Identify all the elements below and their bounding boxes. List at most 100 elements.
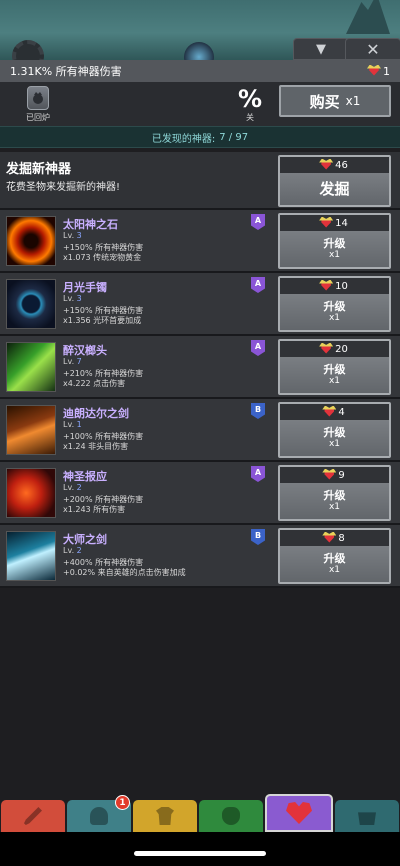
tab-shop[interactable] (335, 800, 399, 832)
upgrade-cost-value: 20 (335, 343, 348, 355)
upgrade-cost-value: 9 (338, 469, 345, 481)
discovered-counter: 已发现的神器: 7 / 97 (0, 126, 400, 148)
upgrade-label: 升级 (323, 489, 346, 502)
artifact-row: 迪朗达尔之剑 Lv. 1 +100% 所有神器伤害 x1.24 非头目伤害 B 4 升级 x1 (0, 399, 400, 462)
durendal-sword-icon[interactable] (6, 405, 56, 455)
tab-equipment[interactable] (133, 800, 197, 832)
upgrade-button[interactable]: 8 升级 x1 (278, 528, 391, 584)
hero-portrait (184, 42, 214, 60)
shop-icon (358, 812, 376, 825)
relic-icon (324, 471, 334, 480)
collapse-panel-button[interactable]: ▼ (293, 38, 349, 60)
sun-stone-icon[interactable] (6, 216, 56, 266)
grade-badge: A (251, 214, 265, 230)
artifact-name: 醉汉榔头 (63, 344, 107, 357)
artifact-name: 迪朗达尔之剑 (63, 407, 129, 420)
artifact-row: 醉汉榔头 Lv. 7 +210% 所有神器伤害 x4.222 点击伤害 A 20 升级 x1 (0, 336, 400, 399)
salvage-icon (27, 86, 49, 110)
discover-button-label: 发掘 (319, 179, 350, 198)
upgrade-button[interactable]: 20 升级 x1 (278, 339, 391, 395)
artifact-name: 大师之剑 (63, 533, 107, 546)
upgrade-cost-value: 14 (335, 217, 348, 229)
relic-counter: 1 (369, 65, 390, 78)
artifact-level: Lv. 1 (63, 420, 82, 429)
upgrade-label: 升级 (323, 237, 346, 250)
chevron-down-icon: ▼ (316, 41, 326, 57)
salvage-button[interactable]: 已回炉 (24, 86, 52, 124)
helmet-icon (90, 807, 108, 825)
artifact-effect-secondary: x1.24 非头目伤害 (63, 442, 129, 451)
percent-toggle-state: 关 (246, 113, 254, 122)
level-value: 2 (76, 483, 82, 492)
upgrade-button[interactable]: 9 升级 x1 (278, 465, 391, 521)
upgrade-cost: 4 (280, 404, 389, 420)
sword-icon (24, 807, 42, 825)
percent-icon: % (237, 85, 263, 113)
discover-cost-value: 46 (335, 159, 348, 171)
master-sword-icon[interactable] (6, 531, 56, 581)
upgrade-label: 升级 (323, 552, 346, 565)
artifact-level: Lv. 2 (63, 546, 82, 555)
armor-icon (156, 807, 174, 825)
tab-pets[interactable] (199, 800, 263, 832)
close-icon: ✕ (366, 39, 380, 59)
relic-count: 1 (383, 64, 390, 78)
close-panel-button[interactable]: ✕ (345, 38, 400, 60)
upgrade-button[interactable]: 4 升级 x1 (278, 402, 391, 458)
artifact-name: 月光手镯 (63, 281, 107, 294)
artifact-row: 神圣报应 Lv. 2 +200% 所有神器伤害 x1.243 所有伤害 A 9 升级 x1 (0, 462, 400, 525)
relic-heart-icon (286, 802, 312, 824)
buy-multiplier-button[interactable]: 购买 x1 (279, 85, 391, 117)
settings-gear-icon[interactable] (12, 40, 44, 60)
artifact-level: Lv. 3 (63, 294, 82, 303)
artifact-effect-secondary: x4.222 点击伤害 (63, 379, 126, 388)
percent-toggle[interactable]: % 关 (236, 86, 264, 123)
divine-retribution-icon[interactable] (6, 468, 56, 518)
home-indicator[interactable] (134, 851, 266, 856)
discover-description: 花费圣物来发掘新的神器! (6, 182, 121, 193)
level-value: 7 (76, 357, 82, 366)
discover-button[interactable]: 46 发掘 (278, 155, 391, 207)
drunken-hammer-icon[interactable] (6, 342, 56, 392)
discover-title: 发掘新神器 (6, 162, 72, 177)
upgrade-button[interactable]: 10 升级 x1 (278, 276, 391, 332)
upgrade-button[interactable]: 14 升级 x1 (278, 213, 391, 269)
artifact-effect-secondary: x1.356 光环首要加成 (63, 316, 142, 325)
grade-badge: A (251, 466, 265, 482)
tab-sword-master[interactable] (1, 800, 65, 832)
upgrade-cost: 10 (280, 278, 389, 294)
artifact-name: 太阳神之石 (63, 218, 118, 231)
tab-heroes[interactable]: 1 (67, 795, 131, 832)
grade-badge: B (251, 529, 265, 545)
relic-icon (321, 219, 331, 228)
artifact-row: 太阳神之石 Lv. 3 +150% 所有神器伤害 x1.073 传统宠物黄金 A 14 升级… (0, 210, 400, 273)
level-prefix: Lv. (63, 420, 75, 429)
level-prefix: Lv. (63, 546, 75, 555)
upgrade-cost: 20 (280, 341, 389, 357)
level-value: 3 (76, 294, 82, 303)
artifact-damage-text: 1.31K% 所有神器伤害 (10, 65, 122, 78)
discovered-value: 7 / 97 (219, 131, 249, 143)
relic-icon (324, 534, 334, 543)
upgrade-label: 升级 (323, 363, 346, 376)
relic-icon (321, 161, 331, 170)
upgrade-cost-value: 8 (338, 532, 345, 544)
grade-badge: A (251, 277, 265, 293)
moonlight-bracelet-icon[interactable] (6, 279, 56, 329)
artifact-row: 大师之剑 Lv. 2 +400% 所有神器伤害 +0.02% 来自英雄的点击伤害加成 B… (0, 525, 400, 588)
artifact-level: Lv. 7 (63, 357, 82, 366)
artifact-name: 神圣报应 (63, 470, 107, 483)
artifact-effect-secondary: +0.02% 来自英雄的点击伤害加成 (63, 568, 186, 577)
relic-icon (324, 408, 334, 417)
relic-icon (369, 67, 379, 76)
artifact-toolbar: 已回炉 % 关 购买 x1 (0, 82, 400, 126)
artifact-level: Lv. 2 (63, 483, 82, 492)
upgrade-multiplier: x1 (328, 250, 341, 260)
upgrade-multiplier: x1 (328, 565, 341, 575)
artifact-list: 发掘新神器 花费圣物来发掘新的神器! 46 发掘 太阳神之石 Lv. 3 +150%… (0, 152, 400, 588)
artifact-row: 月光手镯 Lv. 3 +150% 所有神器伤害 x1.356 光环首要加成 A 10 升级 x… (0, 273, 400, 336)
upgrade-cost-value: 10 (335, 280, 348, 292)
upgrade-multiplier: x1 (328, 313, 341, 323)
level-value: 1 (76, 420, 82, 429)
tab-artifacts[interactable] (265, 794, 333, 832)
